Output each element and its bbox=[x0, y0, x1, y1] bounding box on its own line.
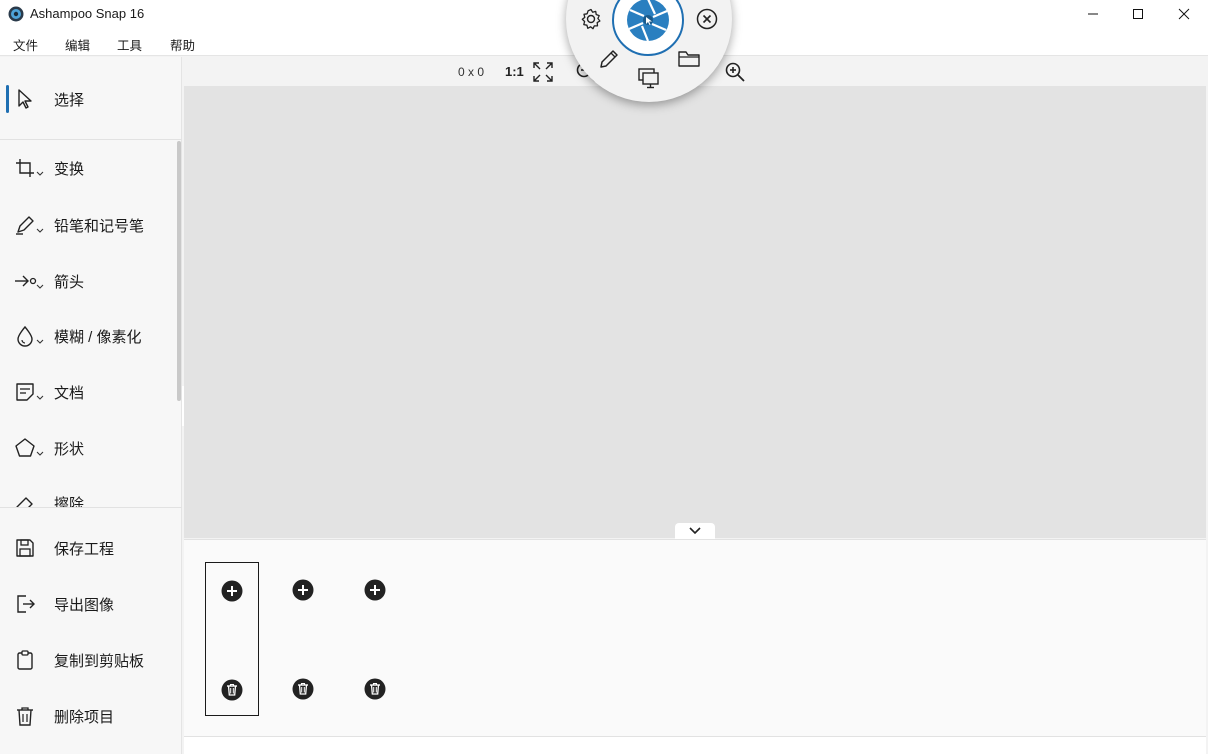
clipboard-icon bbox=[14, 649, 40, 671]
chevron-down-icon bbox=[36, 451, 44, 457]
capture-slot[interactable] bbox=[277, 562, 331, 716]
action-copy-clipboard-label: 复制到剪贴板 bbox=[54, 653, 145, 670]
menu-help[interactable]: 帮助 bbox=[170, 35, 195, 54]
folder-icon[interactable] bbox=[677, 47, 701, 71]
delete-circle-icon[interactable] bbox=[291, 677, 315, 701]
image-dimensions: 0 x 0 bbox=[458, 65, 485, 79]
close-circle-icon[interactable] bbox=[695, 7, 719, 31]
delete-circle-icon[interactable] bbox=[363, 677, 387, 701]
chevron-down-icon bbox=[689, 527, 701, 535]
minimize-button[interactable] bbox=[1070, 0, 1116, 28]
status-bar bbox=[184, 736, 1206, 754]
add-circle-icon[interactable] bbox=[363, 578, 387, 602]
edit-pencil-icon[interactable] bbox=[597, 47, 621, 71]
tool-blur-label: 模糊 / 像素化 bbox=[54, 329, 142, 346]
tool-shape[interactable]: 形状 bbox=[0, 427, 182, 467]
cursor-icon bbox=[14, 88, 40, 110]
tool-arrow[interactable]: 箭头 bbox=[0, 260, 182, 300]
add-circle-icon[interactable] bbox=[220, 579, 244, 603]
chevron-down-icon bbox=[36, 395, 44, 401]
action-save-project[interactable]: 保存工程 bbox=[0, 527, 182, 567]
tool-select[interactable]: 选择 bbox=[0, 78, 182, 118]
action-save-project-label: 保存工程 bbox=[54, 541, 115, 558]
action-copy-clipboard[interactable]: 复制到剪贴板 bbox=[0, 639, 182, 679]
add-circle-icon[interactable] bbox=[291, 578, 315, 602]
menu-file[interactable]: 文件 bbox=[13, 35, 38, 54]
minimize-icon bbox=[1087, 8, 1099, 20]
sidebar-scrollbar[interactable] bbox=[177, 141, 181, 401]
action-list: 保存工程 导出图像 复制到剪贴板 删除项目 bbox=[0, 507, 182, 754]
tool-transform[interactable]: 变换 bbox=[0, 147, 182, 187]
tool-transform-label: 变换 bbox=[54, 161, 85, 178]
action-delete-item-label: 删除项目 bbox=[54, 709, 115, 726]
tool-select-label: 选择 bbox=[54, 92, 85, 109]
capture-slot[interactable] bbox=[349, 562, 403, 716]
settings-icon[interactable] bbox=[579, 7, 603, 31]
editor-canvas[interactable] bbox=[184, 86, 1206, 538]
tool-sidebar: 选择 变换 铅笔和记号笔 箭头 模糊 / 像素化 文档 形状 擦除 保存工程 导… bbox=[0, 57, 182, 754]
tool-list: 选择 变换 铅笔和记号笔 箭头 模糊 / 像素化 文档 形状 擦除 bbox=[0, 57, 182, 507]
app-logo-icon bbox=[8, 6, 24, 22]
divider bbox=[0, 139, 182, 140]
fit-screen-icon[interactable] bbox=[532, 61, 554, 83]
chevron-down-icon bbox=[36, 171, 44, 177]
capture-slots-panel bbox=[184, 539, 1206, 736]
eraser-icon bbox=[14, 492, 40, 507]
close-icon bbox=[1178, 8, 1190, 20]
tool-arrow-label: 箭头 bbox=[54, 274, 85, 291]
action-export-image-label: 导出图像 bbox=[54, 597, 115, 614]
window-title: Ashampoo Snap 16 bbox=[30, 6, 145, 21]
capture-slot[interactable] bbox=[205, 562, 259, 716]
tool-shape-label: 形状 bbox=[54, 441, 85, 458]
maximize-icon bbox=[1132, 8, 1144, 20]
toggle-bottom-panel-button[interactable] bbox=[675, 523, 715, 539]
tool-erase-label: 擦除 bbox=[54, 496, 85, 507]
chevron-down-icon bbox=[36, 339, 44, 345]
capture-button[interactable] bbox=[612, 0, 684, 56]
delete-circle-icon[interactable] bbox=[220, 678, 244, 702]
tool-pen[interactable]: 铅笔和记号笔 bbox=[0, 204, 182, 244]
chevron-down-icon bbox=[36, 228, 44, 234]
tool-pen-label: 铅笔和记号笔 bbox=[54, 218, 145, 235]
export-icon bbox=[14, 593, 40, 615]
tool-document-label: 文档 bbox=[54, 385, 85, 402]
zoom-actual-size-button[interactable]: 1:1 bbox=[505, 64, 524, 79]
maximize-button[interactable] bbox=[1115, 0, 1161, 28]
menu-edit[interactable]: 编辑 bbox=[65, 35, 90, 54]
tool-document[interactable]: 文档 bbox=[0, 371, 182, 411]
action-delete-item[interactable]: 删除项目 bbox=[0, 695, 182, 735]
tool-blur[interactable]: 模糊 / 像素化 bbox=[0, 315, 182, 355]
action-export-image[interactable]: 导出图像 bbox=[0, 583, 182, 623]
save-icon bbox=[14, 537, 40, 559]
screens-icon[interactable] bbox=[637, 66, 661, 90]
trash-icon bbox=[14, 705, 40, 727]
tool-erase[interactable]: 擦除 bbox=[0, 482, 182, 507]
menu-tools[interactable]: 工具 bbox=[117, 35, 142, 54]
chevron-down-icon bbox=[36, 284, 44, 290]
close-button[interactable] bbox=[1161, 0, 1207, 28]
capture-aperture-icon bbox=[625, 0, 671, 43]
zoom-in-icon[interactable] bbox=[724, 61, 746, 83]
